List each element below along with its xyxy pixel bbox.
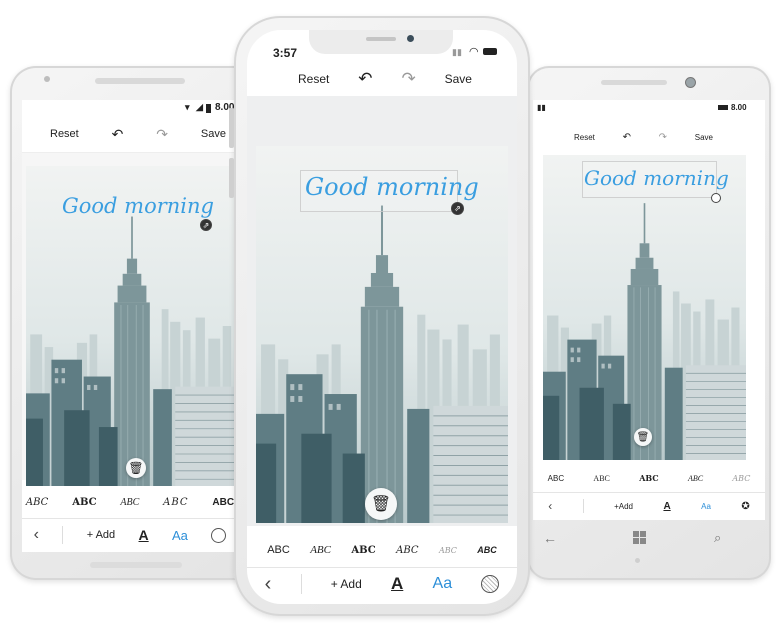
battery-icon xyxy=(483,48,497,55)
wifi-icon: ◠ xyxy=(469,46,479,58)
signal-icon: ▮▮ xyxy=(452,47,462,57)
notch xyxy=(309,30,453,54)
camera-dot xyxy=(44,76,50,82)
font-option[interactable]: ABC xyxy=(163,497,188,508)
redo-icon[interactable]: ↷ xyxy=(156,126,168,143)
font-option[interactable]: ABC xyxy=(396,545,418,556)
windows-screen: ▮▮ 8.00 Reset ↶ ↷ Save Good morning 🗑 AB… xyxy=(533,100,765,520)
delete-icon[interactable]: 🗑 xyxy=(634,428,652,446)
font-picker: ABC ABC ABC ABC ABC xyxy=(533,470,765,486)
rotate-handle-icon[interactable]: ⇗ xyxy=(200,219,212,231)
save-button[interactable]: Save xyxy=(695,133,713,142)
status-time: 3:57 xyxy=(273,46,298,60)
signal-icon: ▮▮ xyxy=(537,103,546,112)
back-icon[interactable]: ‹ xyxy=(34,526,39,544)
font-option[interactable]: ABC xyxy=(548,474,564,483)
status-bar: ▾ ◢ 8.00 xyxy=(22,100,238,118)
font-option[interactable]: ABC xyxy=(593,474,609,483)
editor-toolbar: Reset ↶ ↷ Save xyxy=(22,122,238,146)
home-indicator xyxy=(90,562,182,568)
side-button xyxy=(229,108,234,148)
font-option[interactable]: ABC xyxy=(72,497,96,508)
bottom-toolbar: ‹ + Add A Aa xyxy=(22,522,238,548)
signal-icon: ◢ xyxy=(196,102,203,112)
background-icon[interactable]: ✪ xyxy=(741,501,749,512)
font-option[interactable]: ABC xyxy=(212,497,234,508)
speaker-grill xyxy=(366,37,396,41)
speaker-grill xyxy=(95,78,185,84)
text-color-button[interactable]: A xyxy=(139,527,149,543)
editor-toolbar: Reset ↶ ↷ Save xyxy=(533,130,765,144)
side-button xyxy=(229,158,234,198)
undo-icon[interactable]: ↶ xyxy=(623,132,631,143)
bottom-divider xyxy=(533,492,765,493)
editor-toolbar: Reset ↶ ↷ Save xyxy=(247,68,517,90)
font-option[interactable]: ABC xyxy=(26,497,48,508)
font-picker: ABC ABC ABC ABC ABC ABC xyxy=(257,540,507,560)
nav-search-icon[interactable]: ⌕ xyxy=(714,530,721,546)
status-time: 8.00 xyxy=(731,103,747,112)
bottom-divider xyxy=(22,518,238,519)
battery-icon xyxy=(206,104,211,113)
add-button[interactable]: + Add xyxy=(331,577,362,591)
divider xyxy=(582,499,584,513)
speaker-grill xyxy=(601,80,667,85)
nav-back-icon[interactable]: ← xyxy=(543,530,557,546)
font-option[interactable]: ABC xyxy=(351,545,375,556)
divider xyxy=(62,525,64,545)
bottom-toolbar: ‹ + Add A Aa xyxy=(250,570,514,598)
battery-icon xyxy=(718,105,728,110)
delete-icon[interactable]: 🗑 xyxy=(365,488,397,520)
font-style-button[interactable]: Aa xyxy=(172,528,188,543)
divider xyxy=(300,574,302,594)
background-icon[interactable] xyxy=(211,527,227,543)
rotate-handle-icon[interactable]: ⇗ xyxy=(451,202,464,215)
save-button[interactable]: Save xyxy=(201,128,226,140)
delete-icon[interactable]: 🗑 xyxy=(126,458,146,478)
text-overlay[interactable]: Good morning xyxy=(305,173,479,201)
font-option[interactable]: ABC xyxy=(688,474,703,483)
reset-button[interactable]: Reset xyxy=(298,72,329,86)
font-option[interactable]: ABC xyxy=(439,546,457,555)
reset-button[interactable]: Reset xyxy=(574,133,595,142)
status-bar: ▮▮ 8.00 xyxy=(533,100,765,116)
text-color-button[interactable]: A xyxy=(391,574,403,594)
mic-dot xyxy=(635,558,640,563)
redo-icon[interactable]: ↷ xyxy=(659,132,667,143)
font-option[interactable]: ABC xyxy=(477,545,497,555)
add-button[interactable]: +Add xyxy=(614,502,633,511)
reset-button[interactable]: Reset xyxy=(50,128,79,140)
bottom-toolbar: ‹ +Add A Aa ✪ xyxy=(533,496,765,516)
wifi-icon: ▾ xyxy=(185,102,190,112)
undo-icon[interactable]: ↶ xyxy=(112,126,124,143)
iphone-screen: 3:57 ▮▮ ◠ Reset ↶ ↷ Save Good morning ⇗ … xyxy=(247,30,517,604)
rotate-handle-icon[interactable] xyxy=(711,193,721,203)
background-icon[interactable] xyxy=(481,575,500,593)
font-option[interactable]: ABC xyxy=(120,497,139,508)
front-camera xyxy=(407,35,414,42)
back-icon[interactable]: ‹ xyxy=(548,499,552,513)
text-overlay[interactable]: Good morning xyxy=(62,194,214,218)
android-screen: ▾ ◢ 8.00 Reset ↶ ↷ Save Good morning ⇗ 🗑… xyxy=(22,100,238,552)
nav-windows-icon[interactable] xyxy=(633,531,646,544)
font-option[interactable]: ABC xyxy=(732,474,750,483)
add-button[interactable]: + Add xyxy=(87,529,115,541)
undo-icon[interactable]: ↶ xyxy=(358,69,372,89)
save-button[interactable]: Save xyxy=(445,72,472,86)
font-style-button[interactable]: Aa xyxy=(433,575,453,593)
back-icon[interactable]: ‹ xyxy=(265,573,272,596)
font-style-button[interactable]: Aa xyxy=(701,502,711,511)
font-option[interactable]: ABC xyxy=(310,544,331,556)
font-picker: ABC ABC ABC ABC ABC xyxy=(22,492,238,512)
redo-icon[interactable]: ↷ xyxy=(401,69,415,89)
font-option[interactable]: ABC xyxy=(639,473,658,483)
text-color-button[interactable]: A xyxy=(663,501,670,512)
font-option[interactable]: ABC xyxy=(267,544,290,556)
text-overlay[interactable]: Good morning xyxy=(584,166,729,190)
front-camera xyxy=(685,77,696,88)
bottom-divider xyxy=(247,567,517,568)
